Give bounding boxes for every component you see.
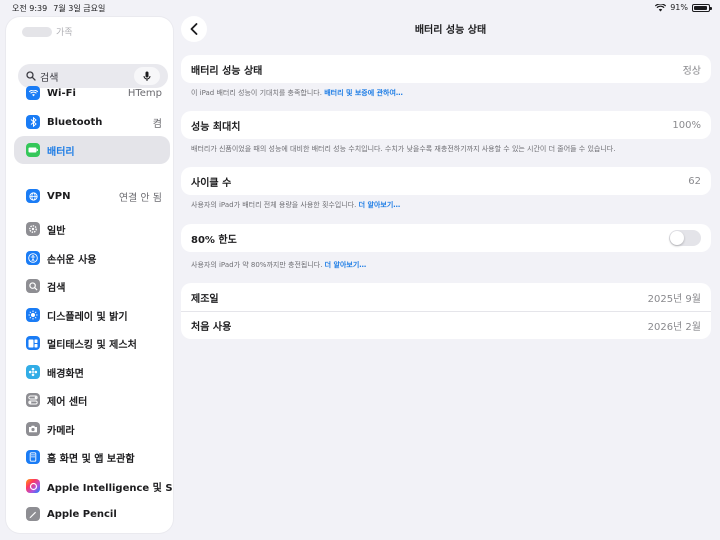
sidebar-item-apple-pencil[interactable]: Apple Pencil [14, 500, 170, 528]
charge-limit-card: 80% 한도 [181, 224, 711, 252]
sidebar-item-value: 연결 안 됨 [118, 192, 162, 204]
bluetooth-icon [26, 115, 40, 129]
sidebar-item-label: Apple Intelligence 및 Siri [47, 482, 173, 494]
limit-learn-more-link[interactable]: 더 알아보기… [325, 261, 367, 269]
sidebar-item-label: 제어 센터 [47, 396, 88, 408]
maximum-capacity-row: 성능 최대치 100% [181, 111, 711, 139]
sidebar-item-wallpaper[interactable]: 배경화면 [14, 358, 170, 386]
sidebar-item-multitasking[interactable]: 멀티태스킹 및 제스처 [14, 329, 170, 357]
charge-limit-row: 80% 한도 [181, 224, 711, 252]
first-use-row: 처음 사용 2026년 2월 [181, 311, 711, 339]
sidebar-item-home-screen[interactable]: 홈 화면 및 앱 보관함 [14, 443, 170, 471]
maximum-capacity-label: 성능 최대치 [191, 121, 241, 133]
gear-icon [26, 222, 40, 236]
sidebar-item-accessibility[interactable]: 손쉬운 사용 [14, 244, 170, 272]
cycle-count-label: 사이클 수 [191, 177, 232, 189]
charge-limit-label: 80% 한도 [191, 234, 237, 246]
avatar [22, 26, 52, 37]
wifi-signal-icon [655, 3, 667, 11]
sidebar-item-wifi[interactable]: Wi-Fi HTemp [14, 79, 170, 107]
cycle-count-note: 사용자의 iPad가 배터리 전체 용량을 사용한 횟수입니다. 더 알아보기… [191, 200, 711, 210]
status-bar: 오전 9:39 7월 3일 금요일 91% [0, 0, 720, 16]
multitasking-icon [26, 336, 40, 350]
cycle-count-row: 사이클 수 62 [181, 167, 711, 195]
sidebar-item-bluetooth[interactable]: Bluetooth 켬 [14, 108, 170, 136]
cycle-count-card: 사이클 수 62 [181, 167, 711, 195]
manufacture-date-label: 제조일 [191, 293, 219, 305]
sidebar-item-vpn[interactable]: VPN 연결 안 됨 [14, 182, 170, 210]
battery-health-value: 정상 [682, 65, 701, 77]
battery-icon [26, 143, 40, 157]
status-battery-icon [692, 3, 712, 12]
brightness-icon [26, 308, 40, 322]
toggle-knob [670, 231, 684, 245]
battery-health-card: 배터리 성능 상태 정상 [181, 55, 711, 83]
sidebar-item-label: Apple Pencil [47, 508, 117, 520]
maximum-capacity-value: 100% [672, 119, 701, 131]
sidebar-item-camera[interactable]: 카메라 [14, 415, 170, 443]
maximum-capacity-note: 배터리가 신품이었을 때의 성능에 대비한 배터리 성능 수치입니다. 수치가 … [191, 145, 616, 153]
sidebar-item-label: 손쉬운 사용 [47, 254, 97, 266]
sidebar-item-label: Wi-Fi [47, 87, 76, 99]
first-use-label: 처음 사용 [191, 322, 232, 333]
dates-card: 제조일 2025년 9월 처음 사용 2026년 2월 [181, 283, 711, 339]
sidebar-item-label: 배터리 [47, 146, 75, 158]
cycle-count-value: 62 [688, 175, 701, 187]
cycle-learn-more-link[interactable]: 더 알아보기… [359, 201, 401, 209]
battery-health-label: 배터리 성능 상태 [191, 65, 263, 77]
sidebar-item-label: 카메라 [47, 425, 75, 437]
pencil-icon [26, 507, 40, 521]
battery-health-note-text: 이 iPad 배터리 성능이 기대치를 충족합니다. [191, 89, 322, 97]
camera-icon [26, 422, 40, 436]
sidebar-item-value: HTemp [127, 87, 162, 99]
siri-icon [26, 479, 40, 493]
sidebar-item-label: VPN [47, 190, 71, 202]
sidebar-item-label: 검색 [47, 282, 66, 294]
sidebar-item-label: 일반 [47, 225, 66, 237]
sidebar-item-battery[interactable]: 배터리 [14, 136, 170, 164]
battery-warranty-link[interactable]: 배터리 및 보증에 관하여… [324, 89, 403, 97]
manufacture-date-row: 제조일 2025년 9월 [181, 283, 711, 311]
cycle-count-note-text: 사용자의 iPad가 배터리 전체 용량을 사용한 횟수입니다. [191, 201, 357, 209]
sidebar-item-notifications[interactable]: 알림 [14, 527, 170, 533]
sidebar-item-value: 켬 [152, 118, 162, 130]
first-use-value: 2026년 2월 [647, 322, 701, 333]
manufacture-date-value: 2025년 9월 [647, 293, 701, 305]
battery-percent: 91% [670, 3, 688, 12]
charge-limit-toggle[interactable] [669, 230, 701, 246]
sidebar: 가족 검색 Wi-Fi HTemp Bluetooth 켬 배터리 VPN 연결… [6, 17, 173, 533]
sidebar-item-label: 배경화면 [47, 368, 84, 380]
sidebar-item-label: Bluetooth [47, 116, 103, 128]
sidebar-item-general[interactable]: 일반 [14, 215, 170, 243]
family-label: 가족 [56, 28, 73, 38]
sidebar-item-display[interactable]: 디스플레이 및 밝기 [14, 301, 170, 329]
sidebar-item-label: 홈 화면 및 앱 보관함 [47, 453, 135, 465]
sidebar-item-label: 디스플레이 및 밝기 [47, 311, 128, 323]
status-date: 7월 3일 금요일 [53, 4, 106, 13]
charge-limit-note: 사용자의 iPad가 약 80%까지만 충전됩니다. 더 알아보기… [191, 260, 711, 270]
sidebar-item-apple-intelligence[interactable]: Apple Intelligence 및 Siri [14, 472, 173, 500]
family-row[interactable]: 가족 [22, 25, 73, 38]
wifi-icon [26, 86, 40, 100]
page-title: 배터리 성능 상태 [414, 25, 487, 36]
sidebar-item-search[interactable]: 검색 [14, 272, 170, 300]
charge-limit-note-text: 사용자의 iPad가 약 80%까지만 충전됩니다. [191, 261, 323, 269]
sidebar-item-control-center[interactable]: 제어 센터 [14, 386, 170, 414]
home-screen-icon [26, 450, 40, 464]
search-icon [26, 279, 40, 293]
accessibility-icon [26, 251, 40, 265]
wallpaper-icon [26, 365, 40, 379]
control-center-icon [26, 393, 40, 407]
battery-health-row[interactable]: 배터리 성능 상태 정상 [181, 55, 711, 83]
battery-health-note: 이 iPad 배터리 성능이 기대치를 충족합니다. 배터리 및 보증에 관하여… [191, 88, 711, 98]
sidebar-item-label: 멀티태스킹 및 제스처 [47, 339, 137, 351]
maximum-capacity-card: 성능 최대치 100% [181, 111, 711, 139]
status-time: 오전 9:39 [12, 4, 48, 13]
vpn-icon [26, 189, 40, 203]
